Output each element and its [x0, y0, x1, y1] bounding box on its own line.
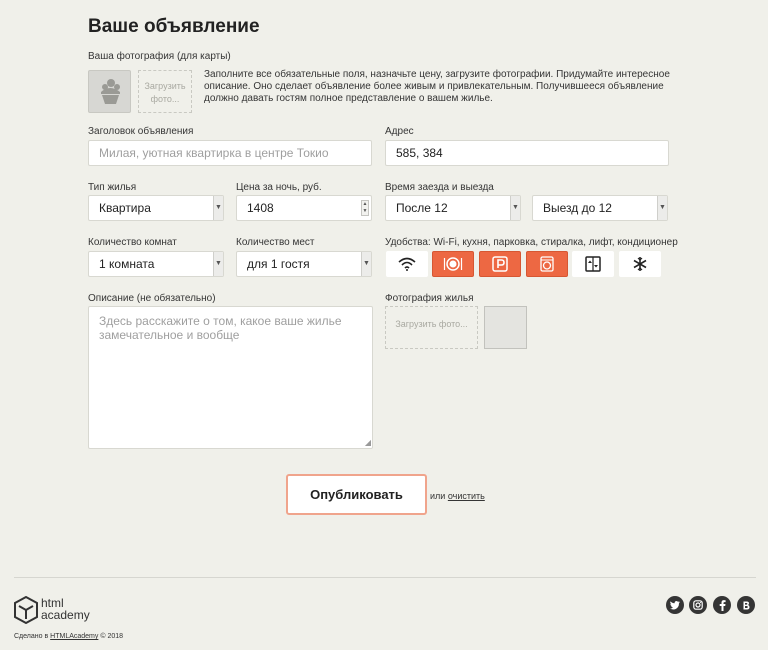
copyright: Сделано в HTMLAcademy © 2018: [14, 633, 123, 640]
checkin-value: После 12: [396, 201, 448, 215]
publish-button[interactable]: Опубликовать: [286, 474, 427, 515]
type-label: Тип жилья: [88, 182, 137, 193]
copyright-suffix: © 2018: [100, 633, 124, 640]
twitter-icon: [670, 600, 680, 609]
rooms-select[interactable]: 1 комната ▼: [88, 251, 224, 277]
dishwasher-icon: [443, 257, 463, 271]
feature-parking[interactable]: [479, 251, 521, 277]
address-label: Адрес: [385, 126, 414, 137]
resize-handle-icon[interactable]: ◢: [365, 439, 371, 447]
chevron-down-icon: ▼: [657, 196, 667, 220]
chevron-down-icon: ▼: [213, 252, 223, 276]
wifi-icon: [398, 257, 416, 271]
conditioner-icon: [633, 257, 647, 271]
price-value: 1408: [247, 201, 274, 215]
logo-line-2: academy: [41, 608, 90, 622]
chevron-down-icon: ▼: [213, 196, 223, 220]
time-label: Время заезда и выезда: [385, 182, 494, 193]
stepper-icon[interactable]: ▲ ▼: [361, 200, 369, 216]
reset-wrapper: или очистить: [430, 491, 485, 501]
instagram-link[interactable]: [689, 596, 707, 614]
feature-wifi[interactable]: [386, 251, 428, 277]
or-text: или: [430, 491, 446, 501]
title-label: Заголовок объявления: [88, 126, 194, 137]
capacity-label: Количество мест: [236, 237, 315, 248]
vk-icon: [743, 601, 749, 609]
vk-link[interactable]: [737, 596, 755, 614]
feature-dishwasher[interactable]: [432, 251, 474, 277]
feature-washer[interactable]: [526, 251, 568, 277]
checkin-select[interactable]: После 12 ▼: [385, 195, 521, 221]
price-input[interactable]: 1408 ▲ ▼: [236, 195, 372, 221]
instagram-icon: [693, 600, 703, 610]
photo-thumbnail: [484, 306, 527, 349]
muffin-icon: [101, 79, 120, 104]
feature-elevator[interactable]: [572, 251, 614, 277]
photos-upload[interactable]: Загрузить фото...: [385, 306, 478, 349]
page-title: Ваше объявление: [88, 16, 260, 37]
description-placeholder: Здесь расскажите о том, какое ваше жилье…: [99, 314, 342, 342]
form-notice: Заполните все обязательные поля, назначь…: [204, 69, 670, 104]
avatar-preview: [88, 70, 131, 113]
checkout-value: Выезд до 12: [543, 201, 612, 215]
rooms-label: Количество комнат: [88, 237, 177, 248]
academy-logo-icon: [14, 595, 38, 625]
footer-divider: [14, 577, 756, 578]
type-select[interactable]: Квартира ▼: [88, 195, 224, 221]
checkout-select[interactable]: Выезд до 12 ▼: [532, 195, 668, 221]
academy-logo[interactable]: [14, 595, 38, 629]
capacity-value: для 1 гостя: [247, 257, 310, 271]
description-label: Описание (не обязательно): [88, 293, 216, 304]
facebook-link[interactable]: [713, 596, 731, 614]
price-label: Цена за ночь, руб.: [236, 182, 322, 193]
avatar-upload[interactable]: Загрузить фото...: [138, 70, 192, 113]
elevator-icon: [585, 256, 601, 272]
parking-icon: [492, 256, 508, 272]
address-input[interactable]: 585, 384: [385, 140, 669, 166]
chevron-down-icon: ▼: [361, 252, 371, 276]
chevron-down-icon: ▼: [510, 196, 520, 220]
facebook-icon: [719, 599, 726, 611]
academy-logo-text: html academy: [41, 597, 90, 621]
rooms-value: 1 комната: [99, 257, 155, 271]
copyright-prefix: Сделано в: [14, 633, 49, 640]
description-textarea[interactable]: Здесь расскажите о том, какое ваше жилье…: [88, 306, 373, 449]
features-label: Удобства: Wi-Fi, кухня, парковка, стирал…: [385, 237, 678, 248]
feature-conditioner[interactable]: [619, 251, 661, 277]
photos-label: Фотография жилья: [385, 293, 474, 304]
capacity-select[interactable]: для 1 гостя ▼: [236, 251, 372, 277]
washer-icon: [540, 256, 554, 272]
twitter-link[interactable]: [666, 596, 684, 614]
reset-link[interactable]: очистить: [448, 491, 485, 501]
type-value: Квартира: [99, 201, 151, 215]
title-input[interactable]: Милая, уютная квартирка в центре Токио: [88, 140, 372, 166]
htmlacademy-link[interactable]: HTMLAcademy: [50, 633, 98, 640]
avatar-label: Ваша фотография (для карты): [88, 51, 231, 62]
